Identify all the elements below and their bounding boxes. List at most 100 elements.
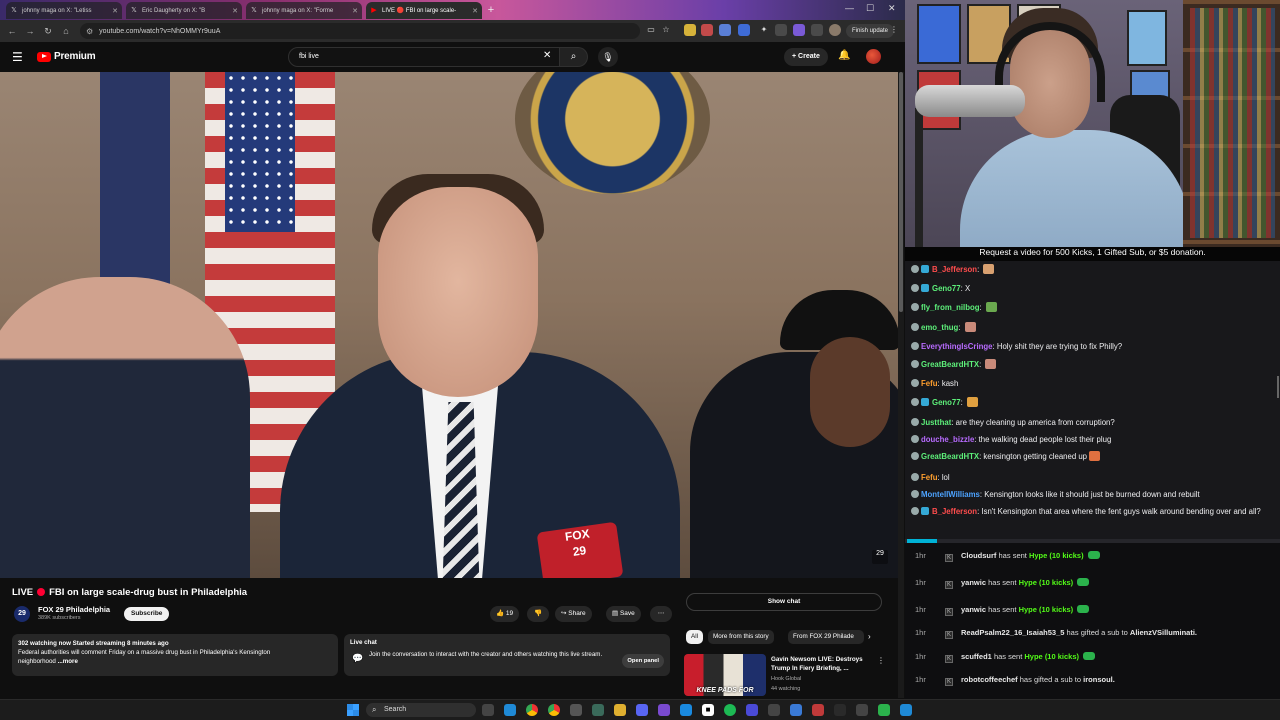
chat-username[interactable]: EverythingIsCringe (921, 342, 993, 351)
close-tab-icon[interactable]: ✕ (469, 7, 478, 15)
chat-username[interactable]: douche_bizzle (921, 435, 974, 444)
spotify-icon[interactable] (724, 704, 736, 716)
event-user[interactable]: yanwic (961, 578, 986, 587)
more-actions-button[interactable]: ⋯ (650, 606, 672, 622)
extension-icon[interactable] (811, 24, 823, 36)
video-player[interactable]: FOX 29 29 (0, 72, 899, 578)
recommendation-channel[interactable]: Hook Global (771, 676, 801, 682)
chip-from-channel[interactable]: From FOX 29 Philade (788, 630, 864, 644)
app-icon[interactable] (856, 704, 868, 716)
chat-username[interactable]: Fefu (921, 473, 937, 482)
chat-username[interactable]: B_Jefferson (932, 265, 977, 274)
menu-dots-icon[interactable]: ⋮ (888, 24, 900, 36)
chevron-right-icon[interactable]: › (868, 632, 871, 641)
show-chat-button[interactable]: Show chat (686, 593, 882, 611)
app-icon[interactable] (900, 704, 912, 716)
close-tab-icon[interactable]: ✕ (229, 7, 238, 15)
microphone-icon[interactable]: 🎙 (598, 47, 618, 67)
site-info-icon[interactable]: ⚙ (86, 27, 93, 36)
chat-username[interactable]: Fefu (921, 379, 937, 388)
chip-all[interactable]: All (686, 630, 703, 644)
channel-avatar[interactable]: 29 (14, 606, 30, 622)
app-icon[interactable] (768, 704, 780, 716)
recommendation-menu-icon[interactable]: ⋮ (877, 656, 885, 665)
account-avatar[interactable] (866, 49, 881, 64)
scrollbar-thumb[interactable] (899, 72, 903, 312)
browser-tab[interactable]: 𝕏 johnny maga on X: "Forme ✕ (246, 2, 362, 19)
event-user[interactable]: Cloudsurf (961, 551, 996, 560)
chat-scrollbar[interactable] (1277, 376, 1279, 398)
finish-update-button[interactable]: Finish update (846, 24, 895, 38)
app-icon[interactable] (680, 704, 692, 716)
open-panel-button[interactable]: Open panel (622, 654, 664, 668)
bookmark-star-icon[interactable]: ☆ (660, 24, 672, 36)
profile-avatar[interactable] (829, 24, 841, 36)
extension-icon[interactable] (684, 24, 696, 36)
extension-icon[interactable] (775, 24, 787, 36)
reload-icon[interactable]: ↻ (39, 26, 57, 37)
url-field[interactable]: ⚙ youtube.com/watch?v=NhOMMYr9uuA (80, 23, 640, 39)
chat-username[interactable]: Geno77 (932, 284, 961, 293)
recommendation-title[interactable]: Gavin Newsom LIVE: Destroys Trump In Fie… (771, 655, 875, 673)
discord-icon[interactable] (636, 704, 648, 716)
event-user[interactable]: robotcoffeechef (961, 675, 1018, 684)
minimize-icon[interactable]: — (845, 3, 854, 13)
install-icon[interactable]: ▭ (645, 24, 657, 36)
app-icon[interactable] (570, 704, 582, 716)
chat-username[interactable]: GreatBeardHTX (921, 360, 979, 369)
share-button[interactable]: ↪ Share (555, 606, 592, 622)
close-tab-icon[interactable]: ✕ (109, 7, 118, 15)
browser-tab[interactable]: 𝕏 johnny maga on X: "Letiss ✕ (6, 2, 122, 19)
app-icon[interactable] (658, 704, 670, 716)
notifications-bell-icon[interactable]: 🔔 (838, 50, 850, 61)
hamburger-menu-icon[interactable]: ☰ (12, 50, 23, 64)
app-icon[interactable] (592, 704, 604, 716)
search-input[interactable]: fbi live (288, 47, 560, 67)
app-icon[interactable] (790, 704, 802, 716)
subscribe-button[interactable]: Subscribe (124, 607, 170, 621)
dislike-button[interactable]: 👎 (527, 606, 549, 622)
chat-username[interactable]: Geno77 (932, 398, 961, 407)
like-button[interactable]: 👍 19 (490, 606, 520, 622)
create-button[interactable]: + Create (784, 48, 828, 66)
taskbar-search[interactable]: Search (366, 703, 476, 717)
extension-icon[interactable] (738, 24, 750, 36)
event-user[interactable]: ReadPsalm22_16_Isaiah53_5 (961, 628, 1064, 637)
recommendation-thumbnail[interactable]: KNEE PADS FOR (684, 654, 766, 696)
event-user[interactable]: scuffed1 (961, 652, 992, 661)
chat-username[interactable]: GreatBeardHTX (921, 452, 979, 461)
app-icon[interactable] (878, 704, 890, 716)
app-icon[interactable] (834, 704, 846, 716)
browser-tab[interactable]: 𝕏 Eric Daugherty on X: "B ✕ (126, 2, 242, 19)
app-icon[interactable]: ■ (702, 704, 714, 716)
chat-username[interactable]: MontellWilliams (921, 490, 980, 499)
page-scrollbar[interactable] (898, 72, 904, 698)
edge-icon[interactable] (504, 704, 516, 716)
windows-start-icon[interactable] (347, 704, 359, 716)
search-icon[interactable]: ⌕ (560, 47, 588, 67)
home-icon[interactable]: ⌂ (57, 26, 75, 36)
chat-username[interactable]: emo_thug (921, 323, 958, 332)
app-icon[interactable] (812, 704, 824, 716)
extension-icon[interactable] (793, 24, 805, 36)
chrome-icon[interactable] (548, 704, 560, 716)
task-view-icon[interactable] (482, 704, 494, 716)
description-box[interactable]: 302 watching now Started streaming 8 min… (12, 634, 338, 676)
browser-tab-active[interactable]: ▶ LIVE 🔴 FBI on large scale- ✕ (366, 2, 482, 19)
chrome-icon[interactable] (526, 704, 538, 716)
maximize-icon[interactable]: ☐ (866, 3, 874, 14)
chip-more-from-story[interactable]: More from this story (708, 630, 774, 644)
show-more-link[interactable]: ...more (58, 658, 78, 665)
puzzle-icon[interactable]: ✦ (758, 24, 770, 36)
extension-icon[interactable] (701, 24, 713, 36)
chat-username[interactable]: B_Jefferson (932, 507, 977, 516)
extension-icon[interactable] (719, 24, 731, 36)
clear-search-icon[interactable]: ✕ (543, 50, 551, 61)
event-user[interactable]: yanwic (961, 605, 986, 614)
close-window-icon[interactable]: ✕ (888, 3, 896, 14)
chat-username[interactable]: Justthat (921, 418, 951, 427)
new-tab-icon[interactable]: + (485, 4, 497, 16)
forward-icon[interactable]: → (21, 26, 39, 36)
back-icon[interactable]: ← (3, 26, 21, 36)
close-tab-icon[interactable]: ✕ (349, 7, 358, 15)
